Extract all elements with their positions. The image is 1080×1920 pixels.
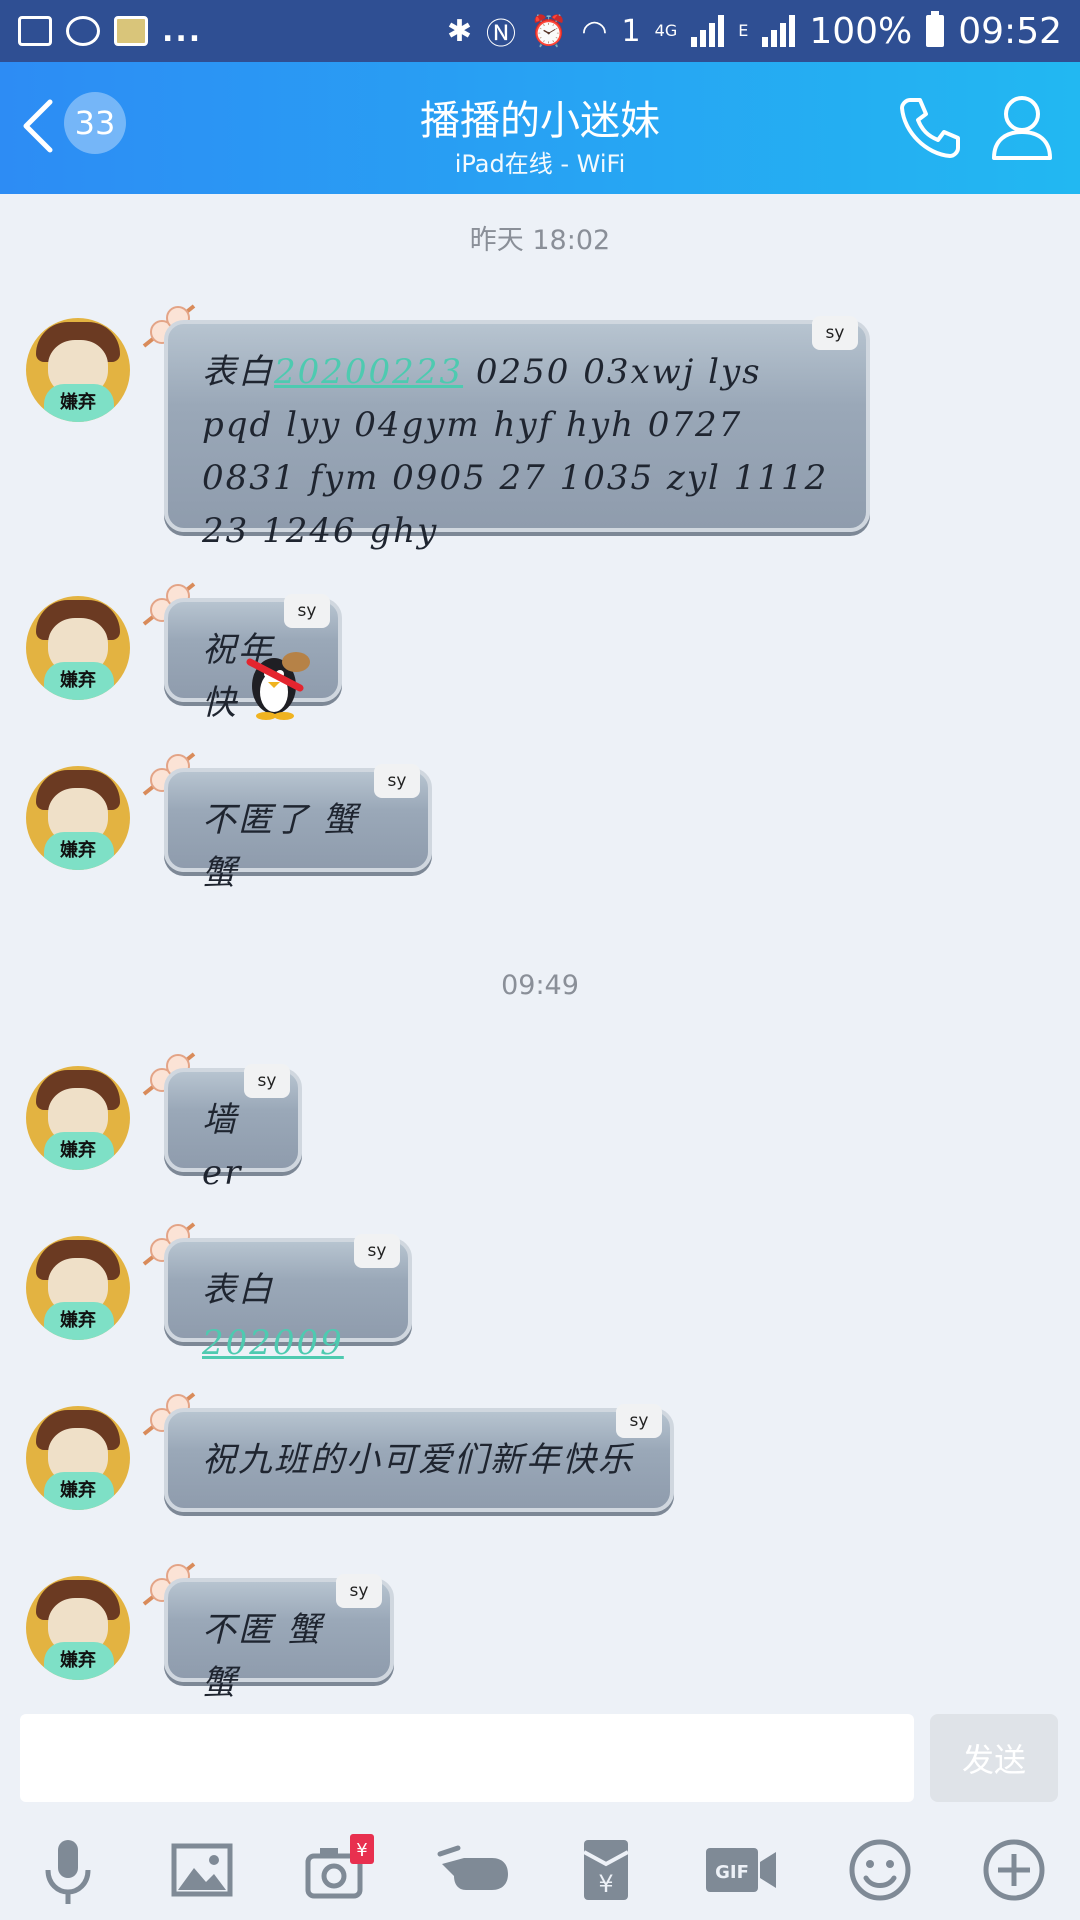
avatar[interactable]: 嫌弃 <box>26 596 130 700</box>
bubble-tag: sy <box>284 594 330 628</box>
red-envelope-icon[interactable]: ¥ <box>566 1830 646 1910</box>
message-bubble[interactable]: sy 不匿 蟹蟹 <box>164 1574 394 1703</box>
avatar-label: 嫌弃 <box>60 1140 96 1161</box>
poke-icon[interactable] <box>436 1830 516 1910</box>
avatar[interactable]: 嫌弃 <box>26 1236 130 1340</box>
signal-2-icon <box>762 15 796 47</box>
avatar[interactable]: 嫌弃 <box>26 766 130 870</box>
message-text: 表白20200223 0250 03xwj lys pqd lyy 04gym … <box>202 352 829 551</box>
penguin-sticker-icon <box>246 652 310 720</box>
timestamp: 09:49 <box>501 970 579 1001</box>
wifi-icon: ◠ <box>581 13 608 49</box>
message-bubble[interactable]: sy 表白202009 <box>164 1234 412 1363</box>
date-link[interactable]: 20200223 <box>274 352 463 392</box>
avatar-label: 嫌弃 <box>60 392 96 413</box>
star-notification-icon <box>114 16 148 46</box>
sim-icon: 1 <box>621 13 641 49</box>
message-bubble[interactable]: sy 表白20200223 0250 03xwj lys pqd lyy 04g… <box>164 316 870 551</box>
bubble-tag: sy <box>244 1064 290 1098</box>
avatar[interactable]: 嫌弃 <box>26 1576 130 1680</box>
network-type: 4G <box>654 21 678 40</box>
input-toolbar: ¥ ¥ GIF <box>0 1816 1080 1920</box>
profile-icon[interactable] <box>990 92 1054 162</box>
message-bubble[interactable]: sy 祝九班的小可爱们新年快乐 <box>164 1404 674 1512</box>
timestamp: 昨天 18:02 <box>469 225 611 256</box>
bubble-tag: sy <box>374 764 420 798</box>
battery-icon <box>926 11 945 47</box>
svg-text:¥: ¥ <box>598 1870 613 1898</box>
emoji-icon[interactable] <box>840 1830 920 1910</box>
nfc-icon: Ⓝ <box>486 17 516 52</box>
bubble-tag: sy <box>336 1574 382 1608</box>
phone-call-icon[interactable] <box>896 94 964 162</box>
gif-icon[interactable]: GIF <box>700 1830 780 1910</box>
camera-redpacket-icon[interactable]: ¥ <box>298 1830 378 1910</box>
date-link[interactable]: 202009 <box>202 1323 344 1363</box>
svg-text:GIF: GIF <box>715 1862 749 1883</box>
bubble-tag: sy <box>354 1234 400 1268</box>
bubble-tag: sy <box>812 316 858 350</box>
bubble-tag: sy <box>616 1404 662 1438</box>
avatar[interactable]: 嫌弃 <box>26 318 130 422</box>
send-button[interactable]: 发送 <box>930 1714 1058 1802</box>
avatar-label: 嫌弃 <box>60 1310 96 1331</box>
app-notification-icon <box>66 16 100 46</box>
avatar-label: 嫌弃 <box>60 840 96 861</box>
clock: 09:52 <box>958 10 1062 52</box>
message-text: 祝九班的小可爱们新年快乐 <box>202 1440 634 1480</box>
signal-icon <box>691 15 725 47</box>
avatar[interactable]: 嫌弃 <box>26 1406 130 1510</box>
gallery-notification-icon <box>18 16 52 46</box>
avatar-label: 嫌弃 <box>60 1650 96 1671</box>
message-bubble[interactable]: sy 墙er <box>164 1064 302 1193</box>
bluetooth-icon: ✱ <box>446 13 472 49</box>
avatar-label: 嫌弃 <box>60 670 96 691</box>
plus-icon[interactable] <box>974 1830 1054 1910</box>
data-type: E <box>738 21 749 40</box>
avatar-label: 嫌弃 <box>60 1480 96 1501</box>
avatar[interactable]: 嫌弃 <box>26 1066 130 1170</box>
redpacket-badge: ¥ <box>356 1840 367 1861</box>
microphone-icon[interactable] <box>28 1830 108 1910</box>
chat-header: 33 播播的小迷妹 iPad在线 - WiFi <box>0 62 1080 194</box>
more-notifications: ... <box>162 13 203 49</box>
message-input[interactable] <box>20 1714 914 1802</box>
alarm-icon: ⏰ <box>530 13 568 49</box>
status-bar: ... ✱ Ⓝ ⏰ ◠ 1 4G E 100% 09:52 <box>0 0 1080 62</box>
message-bubble[interactable]: sy 不匿了 蟹蟹 <box>164 764 432 893</box>
battery-level: 100% <box>809 10 913 52</box>
image-icon[interactable] <box>162 1830 242 1910</box>
